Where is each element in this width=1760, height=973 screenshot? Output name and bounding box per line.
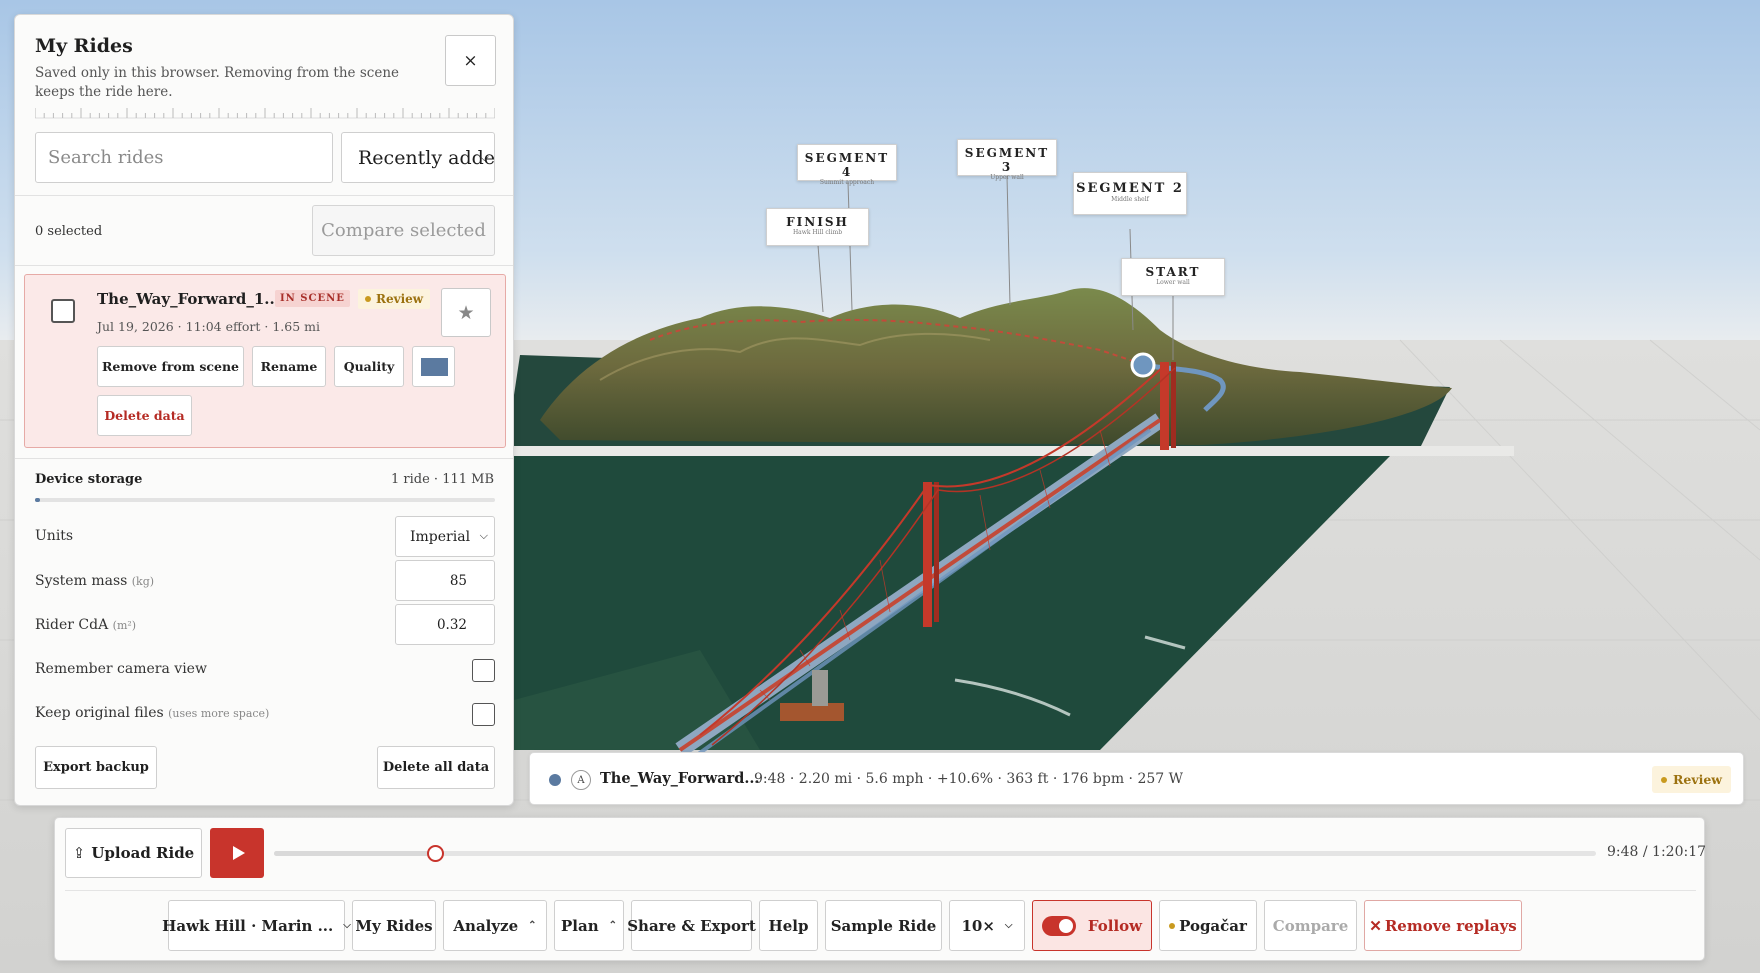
review-badge: Review	[358, 289, 431, 309]
remember-camera-checkbox[interactable]	[472, 659, 495, 682]
chevron-down-icon: ⌵	[479, 529, 488, 542]
scene-label-finish: FINISH Hawk Hill climb	[766, 208, 869, 246]
color-swatch	[421, 358, 448, 376]
ride-color-dot-icon	[549, 774, 561, 786]
sample-ride-button[interactable]: Sample Ride	[825, 900, 942, 951]
remove-replays-button[interactable]: ✕ Remove replays	[1364, 900, 1522, 951]
rider-cda-label: Rider CdA (m²)	[35, 617, 137, 633]
close-icon: ✕	[1369, 916, 1382, 935]
timeline-progress	[274, 851, 436, 856]
selected-count: 0 selected	[35, 224, 103, 239]
storage-value: 1 ride · 111 MB	[391, 472, 494, 487]
system-mass-input[interactable]: 85	[395, 560, 495, 601]
sort-select-value: Recently added	[358, 146, 495, 169]
units-label: Units	[35, 528, 74, 544]
ride-card[interactable]: The_Way_Forward_1... IN SCENE Review ★ J…	[24, 274, 506, 448]
star-button[interactable]: ★	[441, 288, 491, 337]
pogacar-button[interactable]: Pogačar	[1159, 900, 1257, 951]
plan-button[interactable]: Plan ⌃	[554, 900, 624, 951]
chevron-down-icon: ⌵	[479, 150, 489, 164]
time-readout: 9:48 / 1:20:17	[1607, 844, 1707, 860]
timeline-thumb[interactable]	[427, 845, 445, 862]
divider	[65, 890, 1696, 891]
play-button[interactable]	[210, 828, 264, 878]
speed-select[interactable]: 10× ⌵	[949, 900, 1025, 951]
play-icon	[232, 846, 245, 860]
ride-info-review-badge: Review	[1652, 766, 1732, 793]
toggle-switch-icon	[1041, 915, 1076, 936]
status-dot-icon	[365, 295, 371, 302]
search-input[interactable]	[35, 132, 333, 183]
system-mass-label: System mass (kg)	[35, 573, 155, 589]
chevron-up-icon: ⌃	[608, 920, 617, 931]
playback-controls: ⇪ Upload Ride 9:48 / 1:20:17 Hawk Hill ·…	[54, 817, 1707, 961]
keep-original-label: Keep original files (uses more space)	[35, 705, 270, 721]
panel-subtitle: Saved only in this browser. Removing fro…	[35, 65, 399, 100]
ride-info-name: The_Way_Forward...	[600, 770, 760, 787]
storage-bar-fill	[35, 498, 40, 502]
compare-selected-button[interactable]: Compare selected	[312, 205, 495, 256]
quality-button[interactable]: Quality	[334, 346, 404, 387]
rename-button[interactable]: Rename	[252, 346, 326, 387]
upload-icon: ⇪	[72, 844, 86, 862]
close-button[interactable]: ×	[445, 35, 496, 86]
divider	[15, 458, 513, 459]
share-export-button[interactable]: Share & Export	[627, 900, 756, 951]
ruler-decoration	[35, 108, 495, 119]
scene-label-segment-3: SEGMENT 3 Upper wall	[957, 139, 1057, 181]
route-select[interactable]: Hawk Hill · Marin ... ⌵	[162, 900, 351, 951]
compare-button[interactable]: Compare	[1264, 900, 1357, 951]
follow-toggle[interactable]: Follow	[1032, 900, 1152, 951]
delete-all-data-button[interactable]: Delete all data	[377, 746, 495, 789]
ride-info-bar[interactable]: A The_Way_Forward... 9:48 · 2.20 mi · 5.…	[529, 752, 1744, 805]
status-dot-icon	[1661, 776, 1667, 783]
help-button[interactable]: Help	[759, 900, 818, 951]
export-backup-button[interactable]: Export backup	[35, 746, 157, 789]
scene-label-start: START Lower wall	[1121, 258, 1225, 296]
my-rides-button[interactable]: My Rides	[352, 900, 436, 951]
remove-from-scene-button[interactable]: Remove from scene	[97, 346, 244, 387]
timeline-scrubber[interactable]	[274, 845, 1596, 862]
panel-title: My Rides	[35, 35, 133, 57]
chevron-up-icon: ⌃	[528, 920, 537, 931]
delete-data-button[interactable]: Delete data	[97, 395, 192, 436]
analyze-button[interactable]: Analyze ⌃	[443, 900, 547, 951]
remember-camera-label: Remember camera view	[35, 661, 207, 677]
chevron-down-icon: ⌵	[343, 920, 351, 931]
storage-bar	[35, 498, 495, 502]
units-select[interactable]: Imperial ⌵	[395, 516, 495, 557]
divider	[15, 195, 513, 196]
divider	[15, 265, 513, 266]
ride-name: The_Way_Forward_1...	[97, 290, 280, 308]
status-dot-icon	[1169, 922, 1176, 929]
ride-meta: Jul 19, 2026 · 11:04 effort · 1.65 mi	[97, 319, 320, 334]
my-rides-panel: My Rides Saved only in this browser. Rem…	[14, 14, 514, 806]
ride-letter-badge: A	[571, 770, 591, 790]
in-scene-badge: IN SCENE	[275, 290, 350, 307]
sort-select[interactable]: Recently added ⌵	[341, 132, 495, 183]
units-value: Imperial	[410, 528, 471, 545]
ride-info-stats: 9:48 · 2.20 mi · 5.6 mph · +10.6% · 363 …	[754, 771, 1184, 787]
rider-cda-input[interactable]: 0.32	[395, 604, 495, 645]
scene-label-segment-2: SEGMENT 2 Middle shelf	[1073, 172, 1187, 215]
ride-select-checkbox[interactable]	[51, 299, 75, 323]
upload-ride-button[interactable]: ⇪ Upload Ride	[65, 828, 202, 878]
ride-color-button[interactable]	[412, 346, 455, 387]
chevron-down-icon: ⌵	[1004, 920, 1013, 931]
storage-label: Device storage	[35, 472, 143, 487]
keep-original-checkbox[interactable]	[472, 703, 495, 726]
scene-label-segment-4: SEGMENT 4 Summit approach	[797, 144, 897, 186]
